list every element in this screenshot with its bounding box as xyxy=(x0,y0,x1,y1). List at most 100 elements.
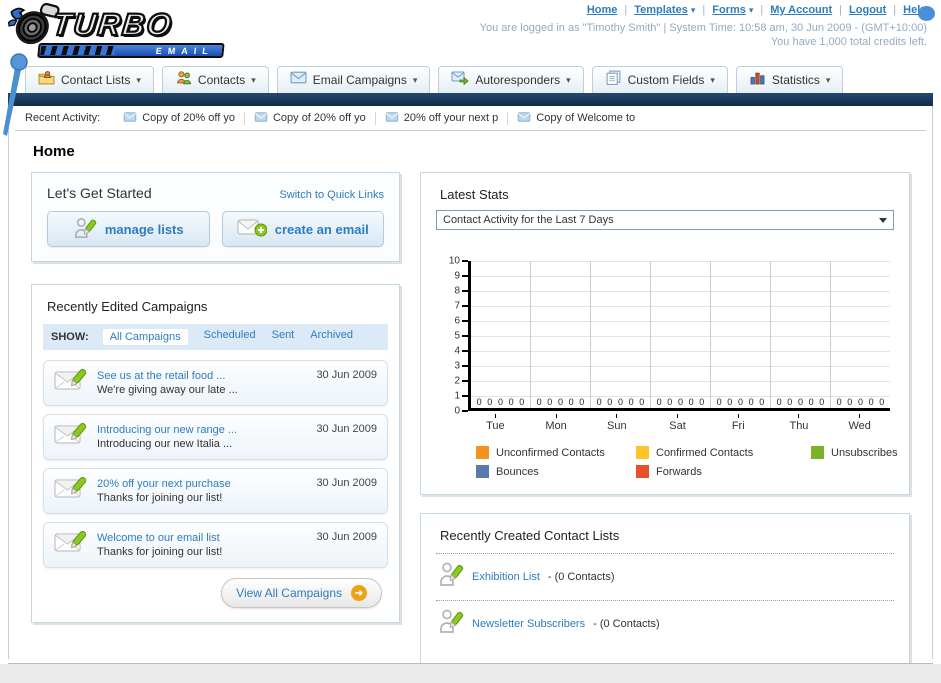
x-tick-mark xyxy=(859,414,861,418)
nav-link-home[interactable]: Home xyxy=(587,4,618,16)
left-column: Let's Get Started Switch to Quick Links xyxy=(31,172,400,683)
campaign-item[interactable]: Introducing our new range ... Introducing… xyxy=(43,414,388,460)
recently-created-contact-lists-panel: Recently Created Contact Lists Exhibitio… xyxy=(420,513,910,683)
y-tick-label: 3 xyxy=(454,360,460,372)
logo-title: TURBO xyxy=(50,6,176,43)
tab-email-campaigns[interactable]: Email Campaigns ▾ xyxy=(276,66,431,93)
get-started-title: Let's Get Started xyxy=(47,185,152,201)
y-tick-label: 0 xyxy=(454,405,460,417)
value-label: 0 xyxy=(699,397,705,407)
chevron-down-icon: ▾ xyxy=(412,74,418,85)
contact-list-link[interactable]: Newsletter Subscribers xyxy=(472,618,585,630)
campaign-title-link[interactable]: Welcome to our email list xyxy=(97,532,307,544)
value-label: 0 xyxy=(519,397,525,407)
app-logo: TURBO EMAIL xyxy=(3,3,249,58)
campaign-item[interactable]: See us at the retail food ... We're givin… xyxy=(43,360,388,406)
chart-day-group: 00000 xyxy=(591,261,651,408)
balloon-pointer-decoration xyxy=(3,53,28,136)
value-label: 0 xyxy=(737,397,743,407)
x-axis-day: Wed xyxy=(829,414,890,432)
contact-list-items: Exhibition List - (0 Contacts) Newsletter … xyxy=(436,553,894,647)
series-value-labels: 00000 xyxy=(531,397,590,407)
tab-contact-lists[interactable]: Contact Lists ▾ xyxy=(25,66,154,93)
campaign-title-link[interactable]: Introducing our new range ... xyxy=(97,424,307,436)
contact-list-item[interactable]: Newsletter Subscribers - (0 Contacts) xyxy=(436,600,894,647)
envelope-icon xyxy=(290,71,307,89)
value-label: 0 xyxy=(879,397,885,407)
person-pencil-icon xyxy=(438,608,464,640)
campaign-date: 30 Jun 2009 xyxy=(316,369,377,381)
x-axis-day-label: Sat xyxy=(669,420,686,432)
campaign-item[interactable]: 20% off your next purchase Thanks for joi… xyxy=(43,468,388,514)
page: TURBO EMAIL HomeTemplates▾Forms▾My Accou… xyxy=(0,0,941,683)
y-tick-label: 7 xyxy=(454,300,460,312)
recent-activity-item[interactable]: Copy of 20% off yo xyxy=(114,111,244,125)
recent-activity-text: Copy of Welcome to xyxy=(536,112,636,124)
value-label: 0 xyxy=(688,397,694,407)
arrow-right-icon: ➜ xyxy=(351,585,367,601)
filter-sent[interactable]: Sent xyxy=(272,329,295,345)
page-title: Home xyxy=(33,143,75,160)
x-axis-day: Sun xyxy=(586,414,647,432)
stats-period-select[interactable]: Contact Activity for the Last 7 Days xyxy=(436,210,894,230)
right-column: Latest Stats Contact Activity for the La… xyxy=(420,172,910,683)
campaign-title-link[interactable]: 20% off your next purchase xyxy=(97,478,307,490)
nav-link-logout[interactable]: Logout xyxy=(849,4,886,16)
series-value-labels: 00000 xyxy=(651,397,710,407)
view-all-campaigns-button[interactable]: View All Campaigns ➜ xyxy=(221,578,382,608)
nav-link-my-account[interactable]: My Account xyxy=(770,4,832,16)
contact-list-count: - (0 Contacts) xyxy=(593,618,660,630)
campaign-item[interactable]: Welcome to our email list Thanks for join… xyxy=(43,522,388,568)
chevron-down-icon: ▾ xyxy=(566,74,571,85)
tab-autoresponders[interactable]: Autoresponders ▾ xyxy=(438,66,584,93)
campaign-text: Welcome to our email list Thanks for join… xyxy=(97,532,307,558)
recent-activity-text: Copy of 20% off yo xyxy=(142,112,235,124)
value-label: 0 xyxy=(748,397,754,407)
campaign-subtitle: Introducing our new Italia ... xyxy=(97,438,233,450)
manage-lists-button[interactable]: manage lists xyxy=(47,211,210,247)
top-nav: HomeTemplates▾Forms▾My AccountLogoutHelp xyxy=(480,4,927,16)
recent-activity-item[interactable]: Copy of 20% off yo xyxy=(243,111,375,125)
tab-custom-fields[interactable]: Custom Fields ▾ xyxy=(591,66,728,93)
x-axis-day-label: Fri xyxy=(731,420,745,432)
recent-activity-item[interactable]: 20% off your next p xyxy=(374,111,508,125)
campaign-text: 20% off your next purchase Thanks for joi… xyxy=(97,478,307,504)
filter-all-campaigns[interactable]: All Campaigns xyxy=(102,329,188,345)
main-content: Home Let's Get Started Switch to Quick L… xyxy=(9,131,932,683)
contact-list-link[interactable]: Exhibition List xyxy=(472,571,540,583)
header: TURBO EMAIL HomeTemplates▾Forms▾My Accou… xyxy=(0,0,941,136)
envelope-icon xyxy=(254,111,268,125)
tab-statistics[interactable]: Statistics ▾ xyxy=(735,66,844,93)
nav-link-templates[interactable]: Templates xyxy=(634,4,688,16)
filter-scheduled[interactable]: Scheduled xyxy=(204,329,256,345)
stats-period-value: Contact Activity for the Last 7 Days xyxy=(443,214,614,226)
filter-archived[interactable]: Archived xyxy=(310,329,353,345)
switch-to-quick-links-link[interactable]: Switch to Quick Links xyxy=(279,189,384,201)
envelope-icon xyxy=(517,111,531,125)
contact-list-item[interactable]: Exhibition List - (0 Contacts) xyxy=(436,553,894,600)
value-label: 0 xyxy=(776,397,782,407)
contact-lists-title: Recently Created Contact Lists xyxy=(440,528,620,543)
nav-link-forms[interactable]: Forms xyxy=(712,4,746,16)
recent-activity-text: 20% off your next p xyxy=(403,112,499,124)
show-label: SHOW: xyxy=(51,331,89,343)
legend-swatch xyxy=(476,465,489,478)
create-email-label: create an email xyxy=(274,221,369,237)
tab-label: Custom Fields xyxy=(627,73,705,87)
help-bubble-icon[interactable] xyxy=(918,6,935,21)
value-label: 0 xyxy=(508,397,514,407)
bar-chart-icon xyxy=(749,70,766,90)
x-axis-day: Mon xyxy=(526,414,587,432)
x-tick-mark xyxy=(798,414,800,418)
x-tick-mark xyxy=(555,414,557,418)
tab-contacts[interactable]: Contacts ▾ xyxy=(161,66,269,93)
pages-icon xyxy=(605,70,622,90)
campaign-title-link[interactable]: See us at the retail food ... xyxy=(97,370,307,382)
top-nav-item: Forms▾ xyxy=(695,4,753,16)
legend-swatch xyxy=(811,446,824,459)
recent-activity-item[interactable]: Copy of Welcome to xyxy=(507,111,644,125)
y-tick-label: 8 xyxy=(454,285,460,297)
value-label: 0 xyxy=(727,397,733,407)
latest-stats-panel: Latest Stats Contact Activity for the La… xyxy=(420,172,910,495)
create-email-button[interactable]: create an email xyxy=(221,211,384,247)
